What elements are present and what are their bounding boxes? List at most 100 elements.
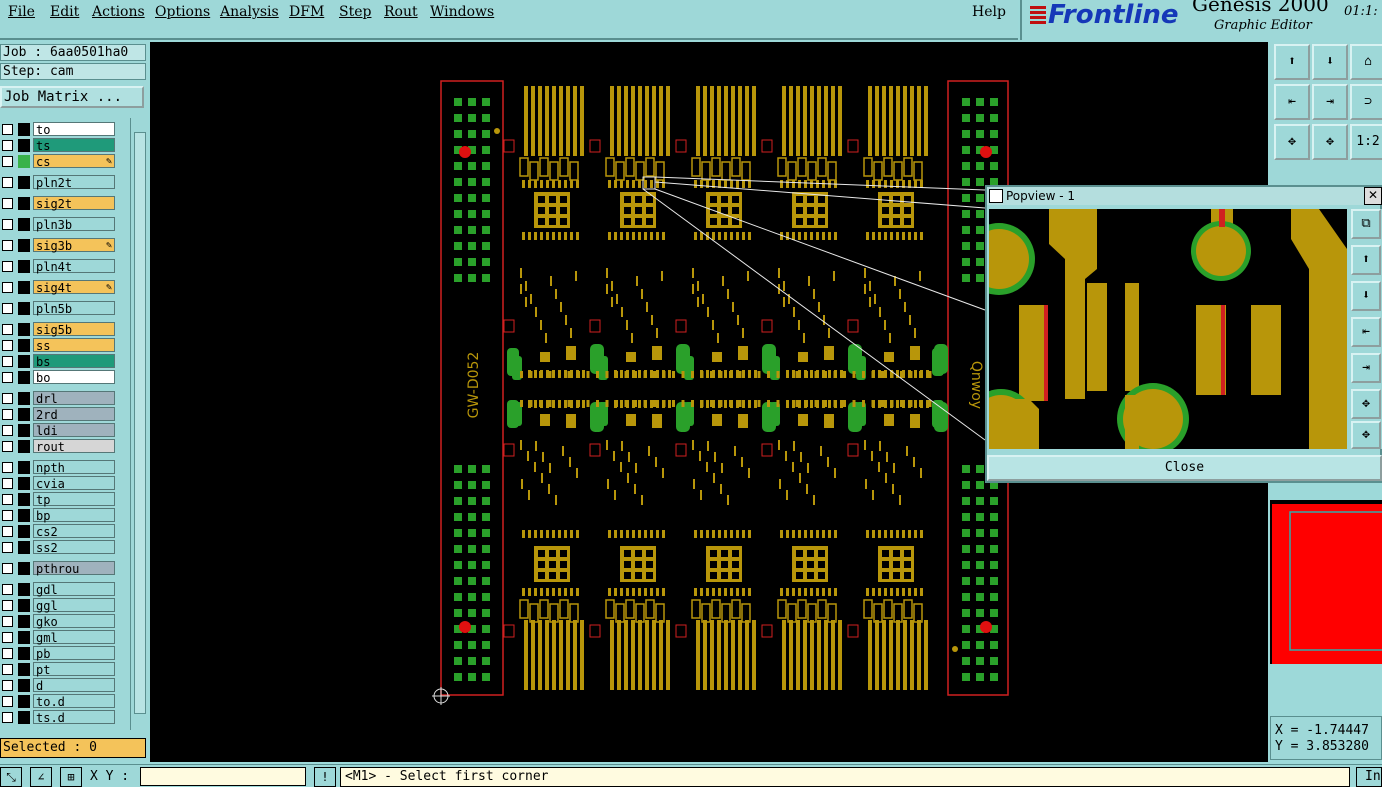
layer-checkbox[interactable] — [2, 240, 13, 251]
layer-row-pln4t[interactable]: pln4t — [0, 259, 118, 274]
layer-row-ggl[interactable]: ggl — [0, 598, 118, 613]
scale-button[interactable]: 1:2 — [1350, 124, 1382, 160]
layer-row-npth[interactable]: npth — [0, 460, 118, 475]
close-icon[interactable]: ✕ — [1364, 187, 1382, 205]
layer-name[interactable]: ggl — [33, 598, 115, 613]
layer-color-swatch[interactable] — [18, 355, 30, 368]
scrollbar-thumb[interactable] — [134, 132, 146, 714]
layer-checkbox[interactable] — [2, 140, 13, 151]
layer-checkbox[interactable] — [2, 712, 13, 723]
layer-checkbox[interactable] — [2, 542, 13, 553]
layer-row-pln2t[interactable]: pln2t — [0, 175, 118, 190]
layer-color-swatch[interactable] — [18, 711, 30, 724]
layer-name[interactable]: pthrou — [33, 561, 115, 576]
layer-name[interactable]: gml — [33, 630, 115, 645]
layer-name[interactable]: bp — [33, 508, 115, 523]
menu-options[interactable]: Options — [155, 4, 210, 20]
menu-windows[interactable]: Windows — [430, 4, 494, 20]
popview-left-icon[interactable]: ⇤ — [1351, 317, 1381, 347]
measure-icon[interactable]: ∠ — [30, 767, 52, 787]
layer-row-pb[interactable]: pb — [0, 646, 118, 661]
layer-scrollbar[interactable] — [130, 118, 147, 730]
popview-fit-icon[interactable]: ✥ — [1351, 389, 1381, 419]
xy-input[interactable] — [140, 767, 306, 786]
layer-name[interactable]: bs — [33, 354, 115, 369]
layer-row-pln3b[interactable]: pln3b — [0, 217, 118, 232]
zoom-bottom-button[interactable]: ⬇ — [1312, 44, 1348, 80]
layer-color-swatch[interactable] — [18, 197, 30, 210]
layer-color-swatch[interactable] — [18, 647, 30, 660]
popview-titlebar[interactable]: Popview - 1 ✕ — [987, 187, 1382, 205]
layer-name[interactable]: sig3b ✎ — [33, 238, 115, 253]
resize-icon[interactable]: ⤡ — [0, 767, 22, 787]
layer-row-sig3b[interactable]: sig3b ✎ — [0, 238, 118, 253]
layer-checkbox[interactable] — [2, 696, 13, 707]
layer-checkbox[interactable] — [2, 441, 13, 452]
layer-name[interactable]: cs2 — [33, 524, 115, 539]
layer-checkbox[interactable] — [2, 393, 13, 404]
layer-row-cs[interactable]: cs ✎ — [0, 154, 118, 169]
layer-color-swatch[interactable] — [18, 541, 30, 554]
layer-color-swatch[interactable] — [18, 562, 30, 575]
layer-checkbox[interactable] — [2, 425, 13, 436]
popview-close-button[interactable]: Close — [987, 455, 1382, 481]
layer-color-swatch[interactable] — [18, 239, 30, 252]
layer-checkbox[interactable] — [2, 563, 13, 574]
job-matrix-button[interactable]: Job Matrix ... — [0, 86, 144, 108]
layer-color-swatch[interactable] — [18, 461, 30, 474]
layer-row-d[interactable]: d — [0, 678, 118, 693]
layer-name[interactable]: ss2 — [33, 540, 115, 555]
layer-row-gdl[interactable]: gdl — [0, 582, 118, 597]
layer-row-to[interactable]: to — [0, 122, 118, 137]
layer-name[interactable]: drl — [33, 391, 115, 406]
layer-checkbox[interactable] — [2, 478, 13, 489]
overview-map[interactable] — [1270, 500, 1382, 664]
layer-color-swatch[interactable] — [18, 663, 30, 676]
layer-checkbox[interactable] — [2, 510, 13, 521]
layer-row-tp[interactable]: tp — [0, 492, 118, 507]
layer-color-swatch[interactable] — [18, 139, 30, 152]
layer-name[interactable]: pt — [33, 662, 115, 677]
popview-link-icon[interactable]: ⧉ — [1351, 209, 1381, 239]
layer-color-swatch[interactable] — [18, 599, 30, 612]
alert-icon[interactable]: ! — [314, 767, 336, 787]
popview-right-icon[interactable]: ⇥ — [1351, 353, 1381, 383]
layer-color-swatch[interactable] — [18, 323, 30, 336]
layer-row-ldi[interactable]: ldi — [0, 423, 118, 438]
layer-checkbox[interactable] — [2, 124, 13, 135]
layer-name[interactable]: pb — [33, 646, 115, 661]
menu-rout[interactable]: Rout — [384, 4, 418, 20]
layer-checkbox[interactable] — [2, 462, 13, 473]
layer-row-sig2t[interactable]: sig2t — [0, 196, 118, 211]
layer-checkbox[interactable] — [2, 616, 13, 627]
layer-color-swatch[interactable] — [18, 302, 30, 315]
layer-row-sig5b[interactable]: sig5b — [0, 322, 118, 337]
menu-actions[interactable]: Actions — [92, 4, 145, 20]
layer-row-drl[interactable]: drl — [0, 391, 118, 406]
layer-row-gml[interactable]: gml — [0, 630, 118, 645]
layer-color-swatch[interactable] — [18, 371, 30, 384]
layer-name[interactable]: cs ✎ — [33, 154, 115, 169]
layer-color-swatch[interactable] — [18, 440, 30, 453]
layer-name[interactable]: ss — [33, 338, 115, 353]
layer-name[interactable]: bo — [33, 370, 115, 385]
layer-color-swatch[interactable] — [18, 525, 30, 538]
layer-name[interactable]: gdl — [33, 582, 115, 597]
layer-checkbox[interactable] — [2, 340, 13, 351]
menu-help[interactable]: Help — [972, 4, 1006, 20]
layer-checkbox[interactable] — [2, 372, 13, 383]
layer-checkbox[interactable] — [2, 600, 13, 611]
layer-color-swatch[interactable] — [18, 392, 30, 405]
layer-checkbox[interactable] — [2, 198, 13, 209]
layer-name[interactable]: pln4t — [33, 259, 115, 274]
menu-step[interactable]: Step — [339, 4, 371, 20]
popview-up-icon[interactable]: ⬆ — [1351, 245, 1381, 275]
menu-file[interactable]: File — [8, 4, 35, 20]
layer-checkbox[interactable] — [2, 219, 13, 230]
layer-color-swatch[interactable] — [18, 631, 30, 644]
home-button[interactable]: ⌂ — [1350, 44, 1382, 80]
layer-color-swatch[interactable] — [18, 218, 30, 231]
layer-checkbox[interactable] — [2, 680, 13, 691]
layer-color-swatch[interactable] — [18, 176, 30, 189]
layer-checkbox[interactable] — [2, 494, 13, 505]
